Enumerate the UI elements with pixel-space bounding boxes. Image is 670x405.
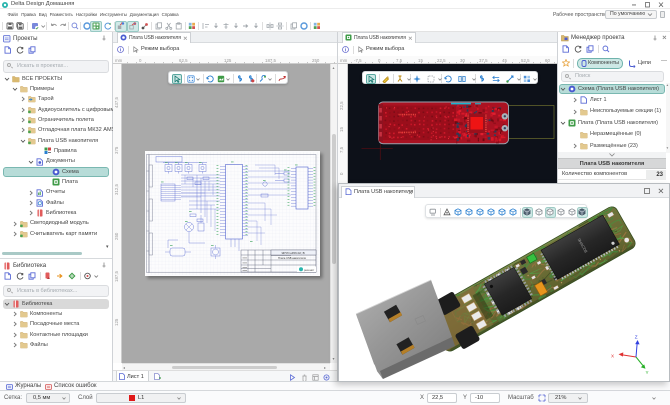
- svg-text:X: X: [611, 354, 614, 359]
- svg-text:ЭРУО.к456.02; В: ЭРУО.к456.02; В: [281, 250, 304, 254]
- svg-text:Плата USB накопителя: Плата USB накопителя: [278, 255, 307, 259]
- svg-text:Y: Y: [646, 370, 649, 375]
- svg-text:резонит: резонит: [304, 267, 315, 271]
- svg-text:Z: Z: [635, 335, 638, 340]
